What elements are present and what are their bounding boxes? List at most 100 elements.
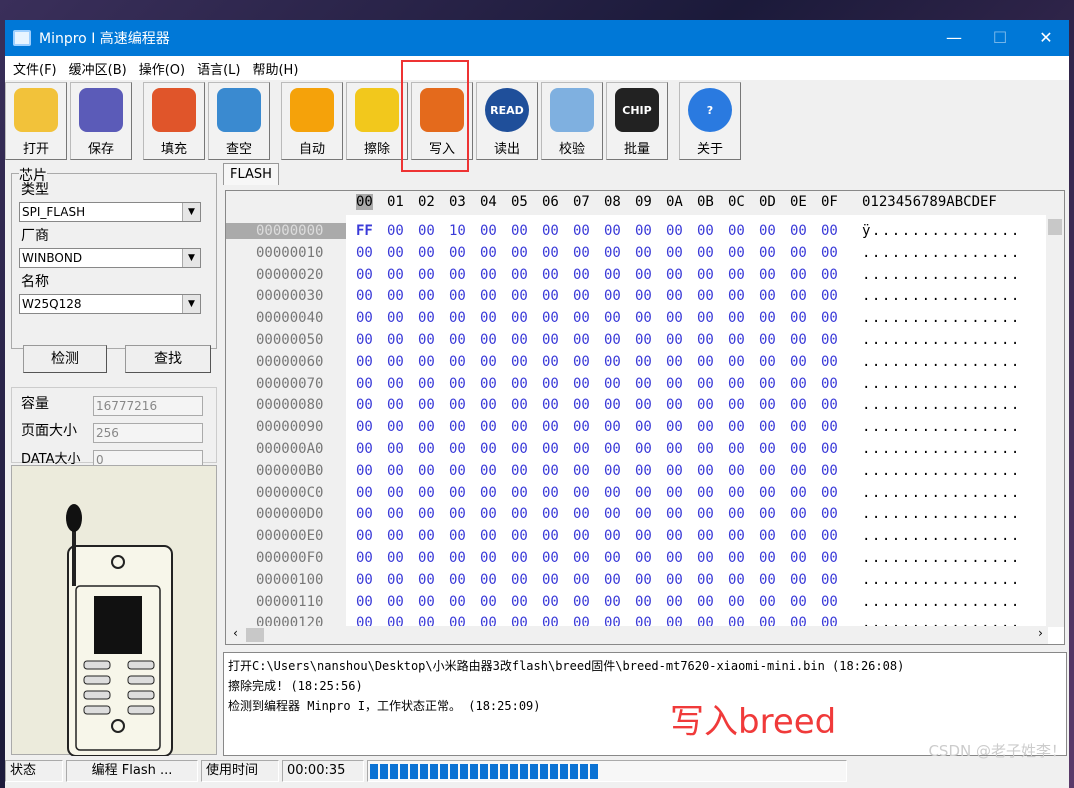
menu-item[interactable]: 缓冲区(B) [69, 59, 127, 78]
hex-byte[interactable]: 00 [542, 223, 559, 239]
hex-byte[interactable]: 00 [604, 419, 621, 435]
hex-byte[interactable]: 00 [604, 267, 621, 283]
hex-byte[interactable]: 00 [635, 419, 652, 435]
hex-byte[interactable]: 00 [759, 288, 776, 304]
hex-byte[interactable]: 00 [697, 528, 714, 544]
hex-byte[interactable]: 00 [759, 354, 776, 370]
hex-byte[interactable]: 00 [449, 506, 466, 522]
row-address[interactable]: 000000A0 [256, 441, 323, 457]
hex-byte[interactable]: 00 [387, 528, 404, 544]
hex-byte[interactable]: 00 [418, 245, 435, 261]
hex-byte[interactable]: 00 [821, 223, 838, 239]
hex-byte[interactable]: 00 [511, 288, 528, 304]
vertical-scrollbar[interactable] [1046, 215, 1064, 627]
menu-item[interactable]: 语言(L) [197, 59, 240, 78]
name-select[interactable]: W25Q128 ▼ [19, 294, 201, 314]
hex-byte[interactable]: 00 [480, 397, 497, 413]
hex-byte[interactable]: 00 [666, 310, 683, 326]
hex-byte[interactable]: 00 [666, 572, 683, 588]
hex-byte[interactable]: 00 [635, 223, 652, 239]
hex-byte[interactable]: 00 [356, 419, 373, 435]
hex-byte[interactable]: 00 [573, 485, 590, 501]
hex-byte[interactable]: 00 [697, 376, 714, 392]
hex-byte[interactable]: 00 [759, 594, 776, 610]
hex-byte[interactable]: 00 [418, 441, 435, 457]
hex-byte[interactable]: 00 [449, 288, 466, 304]
hex-byte[interactable]: 00 [790, 572, 807, 588]
hex-byte[interactable]: 00 [604, 550, 621, 566]
row-address[interactable]: 000000E0 [256, 528, 323, 544]
hex-byte[interactable]: 00 [480, 506, 497, 522]
toolbar-button-2[interactable]: 填充 [143, 82, 205, 160]
hex-byte[interactable]: 00 [418, 463, 435, 479]
hex-byte[interactable]: 00 [790, 441, 807, 457]
hex-byte[interactable]: 00 [728, 463, 745, 479]
hex-byte[interactable]: 00 [387, 245, 404, 261]
tab-flash[interactable]: FLASH [223, 163, 279, 185]
menu-item[interactable]: 帮助(H) [252, 59, 298, 78]
hex-byte[interactable]: 00 [666, 397, 683, 413]
hex-byte[interactable]: 00 [790, 288, 807, 304]
hex-byte[interactable]: 00 [573, 572, 590, 588]
hex-byte[interactable]: 00 [573, 550, 590, 566]
hex-byte[interactable]: 00 [697, 267, 714, 283]
hex-byte[interactable]: 00 [635, 397, 652, 413]
hex-byte[interactable]: 00 [573, 223, 590, 239]
hex-byte[interactable]: 00 [666, 267, 683, 283]
hex-byte[interactable]: 00 [728, 506, 745, 522]
hex-byte[interactable]: 00 [697, 485, 714, 501]
hex-byte[interactable]: 00 [728, 419, 745, 435]
hex-byte[interactable]: 00 [666, 288, 683, 304]
hex-byte[interactable]: 00 [604, 528, 621, 544]
hex-byte[interactable]: 00 [480, 332, 497, 348]
hex-byte[interactable]: 00 [573, 310, 590, 326]
hex-byte[interactable]: 00 [511, 463, 528, 479]
hex-byte[interactable]: 00 [480, 485, 497, 501]
hex-byte[interactable]: 00 [356, 267, 373, 283]
hex-byte[interactable]: 00 [418, 288, 435, 304]
row-address[interactable]: 000000B0 [256, 463, 323, 479]
hex-byte[interactable]: 00 [418, 354, 435, 370]
hex-byte[interactable]: 00 [480, 528, 497, 544]
vendor-select[interactable]: WINBOND ▼ [19, 248, 201, 268]
hex-byte[interactable]: 00 [635, 267, 652, 283]
find-button[interactable]: 查找 [125, 345, 211, 373]
hex-byte[interactable]: 00 [728, 354, 745, 370]
hex-byte[interactable]: 00 [573, 463, 590, 479]
hex-byte[interactable]: 00 [728, 288, 745, 304]
hex-byte[interactable]: 00 [449, 376, 466, 392]
hex-byte[interactable]: 00 [480, 419, 497, 435]
detect-button[interactable]: 检测 [23, 345, 107, 373]
hex-byte[interactable]: 00 [418, 223, 435, 239]
row-address[interactable]: 000000C0 [256, 485, 323, 501]
hex-byte[interactable]: 00 [511, 332, 528, 348]
hex-byte[interactable]: 00 [480, 572, 497, 588]
hex-byte[interactable]: 00 [635, 332, 652, 348]
hex-byte[interactable]: 00 [511, 419, 528, 435]
hex-byte[interactable]: 00 [511, 594, 528, 610]
hex-byte[interactable]: 00 [542, 550, 559, 566]
hex-byte[interactable]: 00 [728, 550, 745, 566]
hex-byte[interactable]: 00 [542, 485, 559, 501]
row-address[interactable]: 00000010 [256, 245, 323, 261]
hex-byte[interactable]: 00 [542, 419, 559, 435]
hex-byte[interactable]: 00 [821, 528, 838, 544]
hex-byte[interactable]: 00 [790, 223, 807, 239]
hex-byte[interactable]: 00 [511, 506, 528, 522]
hex-byte[interactable]: 00 [790, 506, 807, 522]
hex-byte[interactable]: 00 [635, 485, 652, 501]
hex-byte[interactable]: 00 [759, 332, 776, 348]
hex-byte[interactable]: 00 [418, 485, 435, 501]
toolbar-button-8[interactable]: 校验 [541, 82, 603, 160]
row-address[interactable]: 00000080 [256, 397, 323, 413]
toolbar-button-3[interactable]: 查空 [208, 82, 270, 160]
hex-byte[interactable]: 00 [418, 572, 435, 588]
hex-byte[interactable]: 00 [635, 245, 652, 261]
hex-byte[interactable]: 00 [728, 376, 745, 392]
hex-byte[interactable]: 00 [759, 397, 776, 413]
hex-byte[interactable]: FF [356, 223, 373, 239]
row-address[interactable]: 000000F0 [256, 550, 323, 566]
hex-byte[interactable]: 00 [759, 419, 776, 435]
hex-byte[interactable]: 00 [728, 397, 745, 413]
hex-byte[interactable]: 00 [790, 376, 807, 392]
